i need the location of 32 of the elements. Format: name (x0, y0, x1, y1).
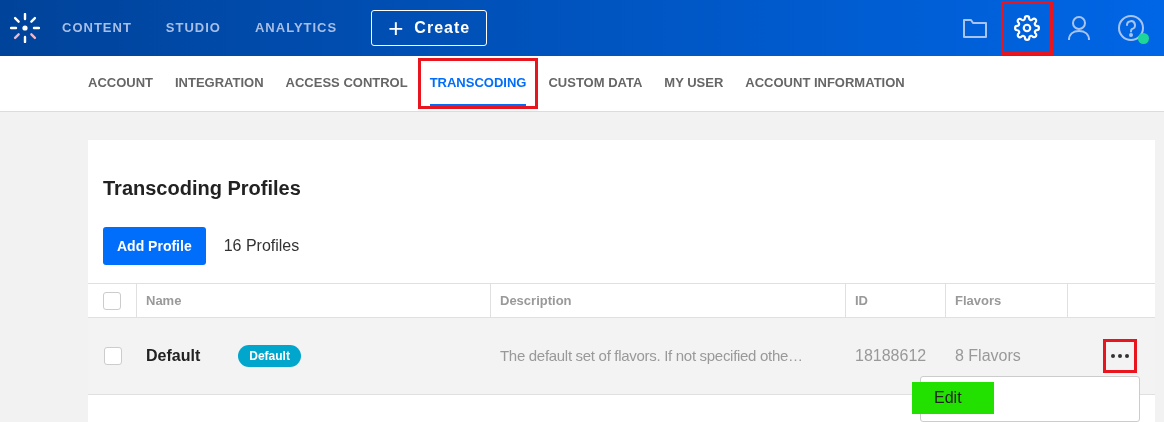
nav-link[interactable]: CONTENT (62, 18, 132, 38)
flavor-count: 8 Flavors (955, 347, 1021, 364)
nav-link[interactable]: ANALYTICS (254, 18, 338, 38)
column-header: ID (855, 291, 868, 310)
profile-name: Default (146, 346, 201, 366)
column-header: Name (146, 291, 182, 310)
profile-description: The default set of flavors. If not specified othe… (500, 347, 803, 364)
column-header: Description (500, 291, 572, 310)
tab[interactable]: TRANSCODING (429, 61, 527, 106)
profile-count: 16 Profiles (223, 236, 300, 256)
tab[interactable]: CUSTOM DATA (548, 56, 643, 111)
tab[interactable]: INTEGRATION (175, 56, 264, 111)
add-profile-button[interactable]: Add Profile (103, 227, 206, 265)
default-badge: Default (238, 345, 301, 367)
create-button[interactable]: + Create (371, 10, 488, 46)
settings-icon[interactable] (1014, 15, 1040, 41)
checkbox[interactable] (103, 291, 121, 310)
tab[interactable]: ACCESS CONTROL (285, 56, 408, 111)
help-icon[interactable] (1117, 14, 1145, 42)
panel-title: Transcoding Profiles (103, 176, 301, 201)
menu-item[interactable]: Edit (912, 382, 994, 414)
logo-icon (10, 13, 40, 43)
column-header: Flavors (955, 291, 1002, 310)
checkbox[interactable] (103, 347, 122, 365)
folder-icon[interactable] (962, 17, 988, 39)
tab[interactable]: ACCOUNT (88, 56, 153, 111)
more-button[interactable] (1103, 339, 1137, 373)
tab[interactable]: MY USER (664, 56, 724, 111)
nav-link[interactable]: STUDIO (165, 18, 221, 38)
profile-id: 18188612 (855, 347, 927, 364)
user-icon[interactable] (1067, 15, 1091, 41)
tab[interactable]: ACCOUNT INFORMATION (745, 56, 905, 111)
